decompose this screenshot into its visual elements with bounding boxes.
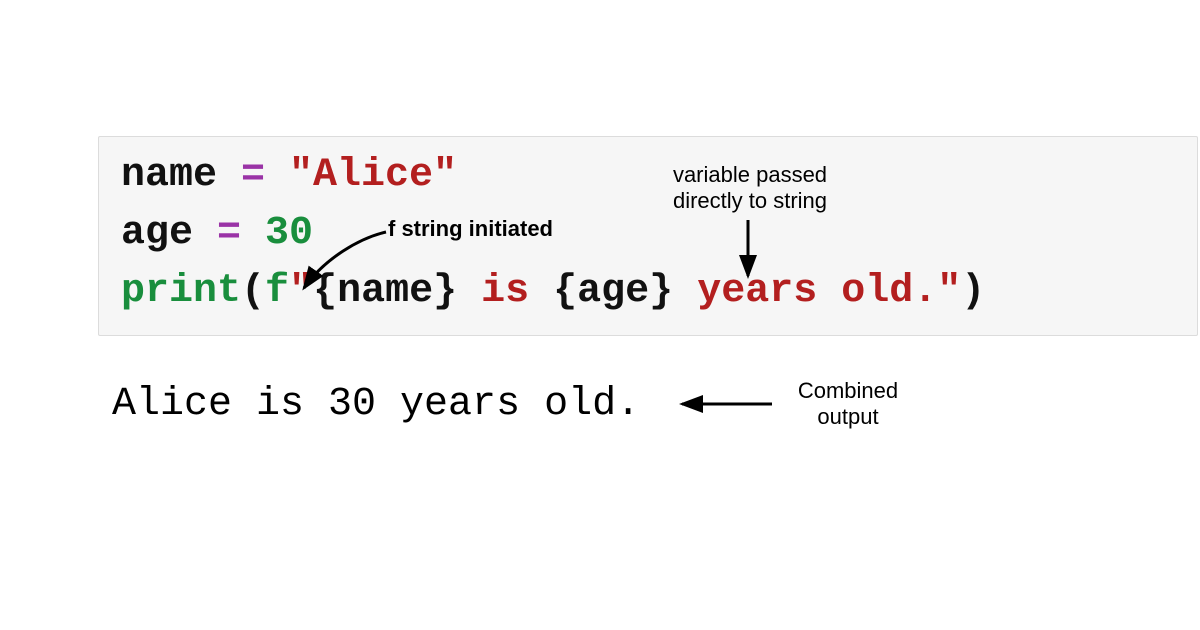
token-brace: } (433, 269, 457, 314)
annotation-fstring-label: f string initiated (388, 216, 553, 242)
annotation-variable-passed-line1: variable passed (673, 162, 827, 187)
code-line-1: name = "Alice" (121, 147, 1175, 205)
token-operator: = (217, 153, 289, 198)
token-string-mid: is (457, 269, 553, 314)
output-text: Alice is 30 years old. (112, 382, 640, 427)
code-block: name = "Alice" age = 30 print(f " { name} i… (98, 136, 1198, 336)
annotation-combined-line1: Combined (798, 378, 898, 403)
token-paren: ( (241, 269, 265, 314)
annotation-combined-output-label: Combined output (778, 378, 918, 431)
token-variable: name (121, 153, 217, 198)
code-line-3: print(f"{name} is {age} years old.") (121, 263, 1175, 321)
arrow-fstring-icon (300, 228, 390, 298)
token-brace: { (553, 269, 577, 314)
token-string: "Alice" (289, 153, 457, 198)
token-variable: age (121, 211, 193, 256)
annotation-variable-passed-line2: directly to string (673, 188, 827, 213)
arrow-variable-passed-icon (738, 218, 758, 284)
token-fprefix: f (265, 269, 289, 314)
token-operator: = (193, 211, 265, 256)
token-string-tail: years old. (673, 269, 937, 314)
annotation-variable-passed-label: variable passed directly to string (650, 162, 850, 215)
arrow-combined-output-icon (676, 394, 776, 414)
token-string-close: " (937, 269, 961, 314)
token-interp-var: age (577, 269, 649, 314)
token-brace: } (649, 269, 673, 314)
token-function: print (121, 269, 241, 314)
token-paren: ) (961, 269, 985, 314)
annotation-combined-line2: output (817, 404, 878, 429)
code-line-2: age = 30 (121, 205, 1175, 263)
